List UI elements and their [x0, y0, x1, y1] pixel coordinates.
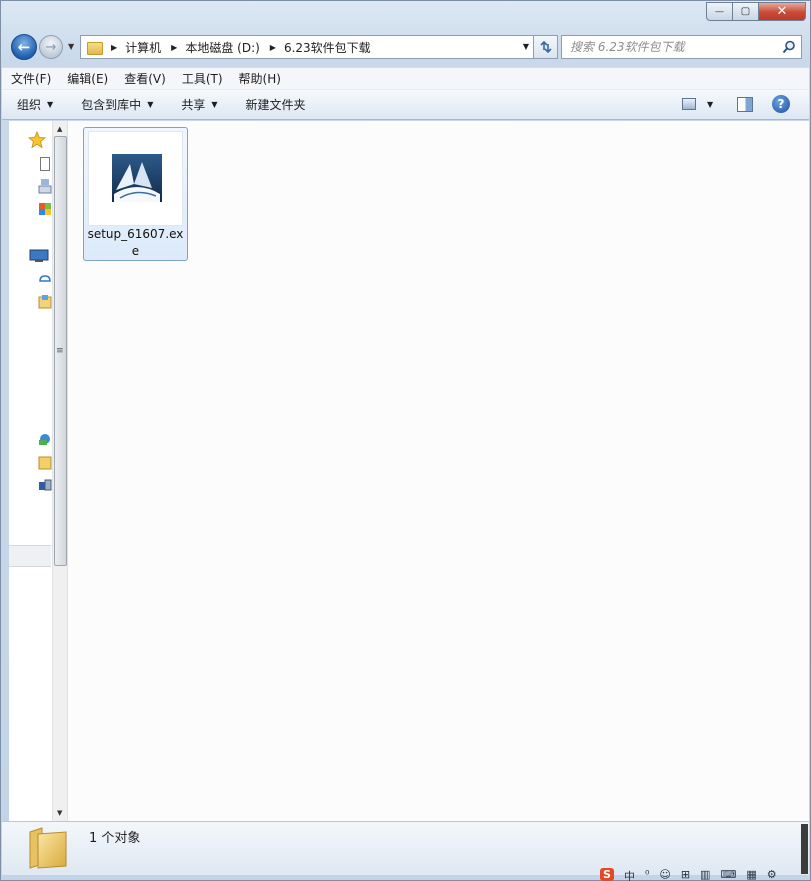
chevron-down-icon: ▼ — [47, 100, 54, 109]
menu-view[interactable]: 查看(V) — [124, 70, 166, 87]
chevron-down-icon: ▼ — [211, 100, 218, 109]
resize-grip[interactable] — [801, 824, 808, 874]
menu-bar: 文件(F) 编辑(E) 查看(V) 工具(T) 帮助(H) — [2, 67, 809, 89]
file-list-area[interactable]: setup_61607.exe — [68, 121, 809, 821]
close-icon: ✕ — [776, 4, 788, 19]
breadcrumb-computer[interactable]: 计算机 — [125, 39, 161, 56]
scrollbar-grip-icon: ≡ — [56, 346, 64, 356]
nav-pane-scrollbar[interactable]: ▲ ≡ ▼ — [52, 121, 67, 821]
homegroup-icon[interactable] — [38, 271, 52, 285]
folder-icon — [87, 40, 103, 55]
search-box[interactable] — [561, 35, 802, 59]
help-icon[interactable]: ? — [772, 95, 790, 113]
chevron-right-icon[interactable]: ▶ — [111, 43, 117, 52]
skin-icon[interactable]: ▦ — [746, 868, 756, 881]
refresh-icon — [539, 40, 552, 54]
libraries-icon[interactable] — [29, 249, 49, 263]
installer-exe-icon — [112, 154, 162, 202]
nav-pane-horizontal-scrollbar[interactable] — [9, 545, 51, 567]
network-icon[interactable] — [38, 478, 52, 494]
navigation-pane: ▲ ≡ ▼ — [9, 121, 68, 821]
details-pane: 1 个对象 — [2, 821, 809, 875]
forward-arrow-icon: → — [45, 39, 57, 55]
chevron-down-icon: ▼ — [147, 100, 154, 109]
downloads-icon[interactable] — [38, 178, 52, 194]
menu-help[interactable]: 帮助(H) — [239, 70, 281, 87]
system-tray: S 中 ⁰ ☺ ⊞ ▥ ⌨ ▦ ⚙ — [600, 868, 811, 881]
include-in-library-button[interactable]: 包含到库中 ▼ — [81, 96, 153, 113]
back-arrow-icon: ← — [17, 38, 31, 56]
recent-places-icon[interactable] — [38, 202, 52, 218]
navigation-bar: ← → ▼ ▶ 计算机 ▶ 本地磁盘 (D:) ▶ 6.23软件包下载 ▼ — [9, 33, 804, 61]
share-label: 共享 — [181, 98, 206, 112]
include-in-library-label: 包含到库中 — [81, 98, 142, 112]
file-item[interactable]: setup_61607.exe — [83, 127, 188, 261]
menu-tools[interactable]: 工具(T) — [182, 70, 223, 87]
minimize-button[interactable]: — — [706, 2, 733, 21]
search-icon[interactable] — [782, 40, 796, 54]
punctuation-icon[interactable]: ⁰ — [645, 868, 649, 881]
organize-button[interactable]: 组织 ▼ — [17, 96, 53, 113]
settings-icon[interactable]: ⚙ — [767, 868, 777, 881]
file-thumbnail — [88, 131, 183, 226]
maximize-icon: ▢ — [740, 6, 751, 17]
chevron-right-icon[interactable]: ▶ — [270, 43, 276, 52]
favorites-star-icon[interactable] — [28, 131, 46, 149]
address-dropdown-icon[interactable]: ▼ — [523, 42, 529, 51]
desktop-icon[interactable] — [40, 157, 50, 171]
back-button[interactable]: ← — [11, 34, 37, 60]
sogou-ime-icon[interactable]: S — [600, 868, 614, 881]
caption-buttons: — ▢ ✕ — [706, 2, 806, 21]
documents-library-icon[interactable] — [38, 294, 52, 310]
breadcrumb-local-disk[interactable]: 本地磁盘 (D:) — [185, 39, 259, 56]
menu-edit[interactable]: 编辑(E) — [67, 70, 108, 87]
new-folder-button[interactable]: 新建文件夹 — [246, 96, 306, 113]
chevron-right-icon[interactable]: ▶ — [171, 43, 177, 52]
local-disk-icon[interactable] — [38, 455, 52, 471]
address-bar[interactable]: ▶ 计算机 ▶ 本地磁盘 (D:) ▶ 6.23软件包下载 ▼ — [80, 35, 534, 59]
new-folder-label: 新建文件夹 — [245, 98, 306, 112]
forward-button[interactable]: → — [39, 35, 63, 59]
emoji-icon[interactable]: ☺ — [659, 868, 670, 881]
soft-keyboard-icon[interactable]: ⌨ — [720, 868, 736, 881]
share-button[interactable]: 共享 ▼ — [181, 96, 217, 113]
breadcrumb-current-folder[interactable]: 6.23软件包下载 — [284, 39, 371, 56]
toolbox-icon[interactable]: ▥ — [700, 868, 710, 881]
explorer-window: — ▢ ✕ ← → ▼ ▶ 计算机 ▶ 本地磁盘 (D:) ▶ 6.23软件包下… — [0, 0, 811, 881]
command-bar: 组织 ▼ 包含到库中 ▼ 共享 ▼ 新建文件夹 ▼ ? — [2, 89, 809, 120]
keyboard-icon[interactable]: ⊞ — [681, 868, 690, 881]
minimize-icon: — — [715, 6, 724, 17]
computer-icon[interactable] — [38, 432, 52, 446]
scroll-down-icon[interactable]: ▼ — [57, 809, 62, 817]
item-count-status: 1 个对象 — [89, 831, 141, 846]
recent-pages-dropdown-icon[interactable]: ▼ — [68, 42, 74, 51]
maximize-button[interactable]: ▢ — [733, 2, 759, 21]
search-input[interactable] — [570, 40, 770, 54]
scroll-up-icon[interactable]: ▲ — [57, 125, 62, 133]
file-name: setup_61607.exe — [87, 227, 184, 258]
close-button[interactable]: ✕ — [759, 2, 806, 21]
preview-pane-icon[interactable] — [737, 97, 753, 112]
folder-icon — [29, 827, 67, 869]
view-options-dropdown-icon[interactable]: ▼ — [707, 100, 713, 109]
ime-mode-icon[interactable]: 中 — [624, 868, 635, 881]
organize-label: 组织 — [17, 98, 42, 112]
menu-file[interactable]: 文件(F) — [11, 70, 51, 87]
help-glyph: ? — [777, 97, 785, 111]
change-view-icon[interactable] — [682, 98, 696, 110]
refresh-button[interactable] — [534, 35, 558, 59]
